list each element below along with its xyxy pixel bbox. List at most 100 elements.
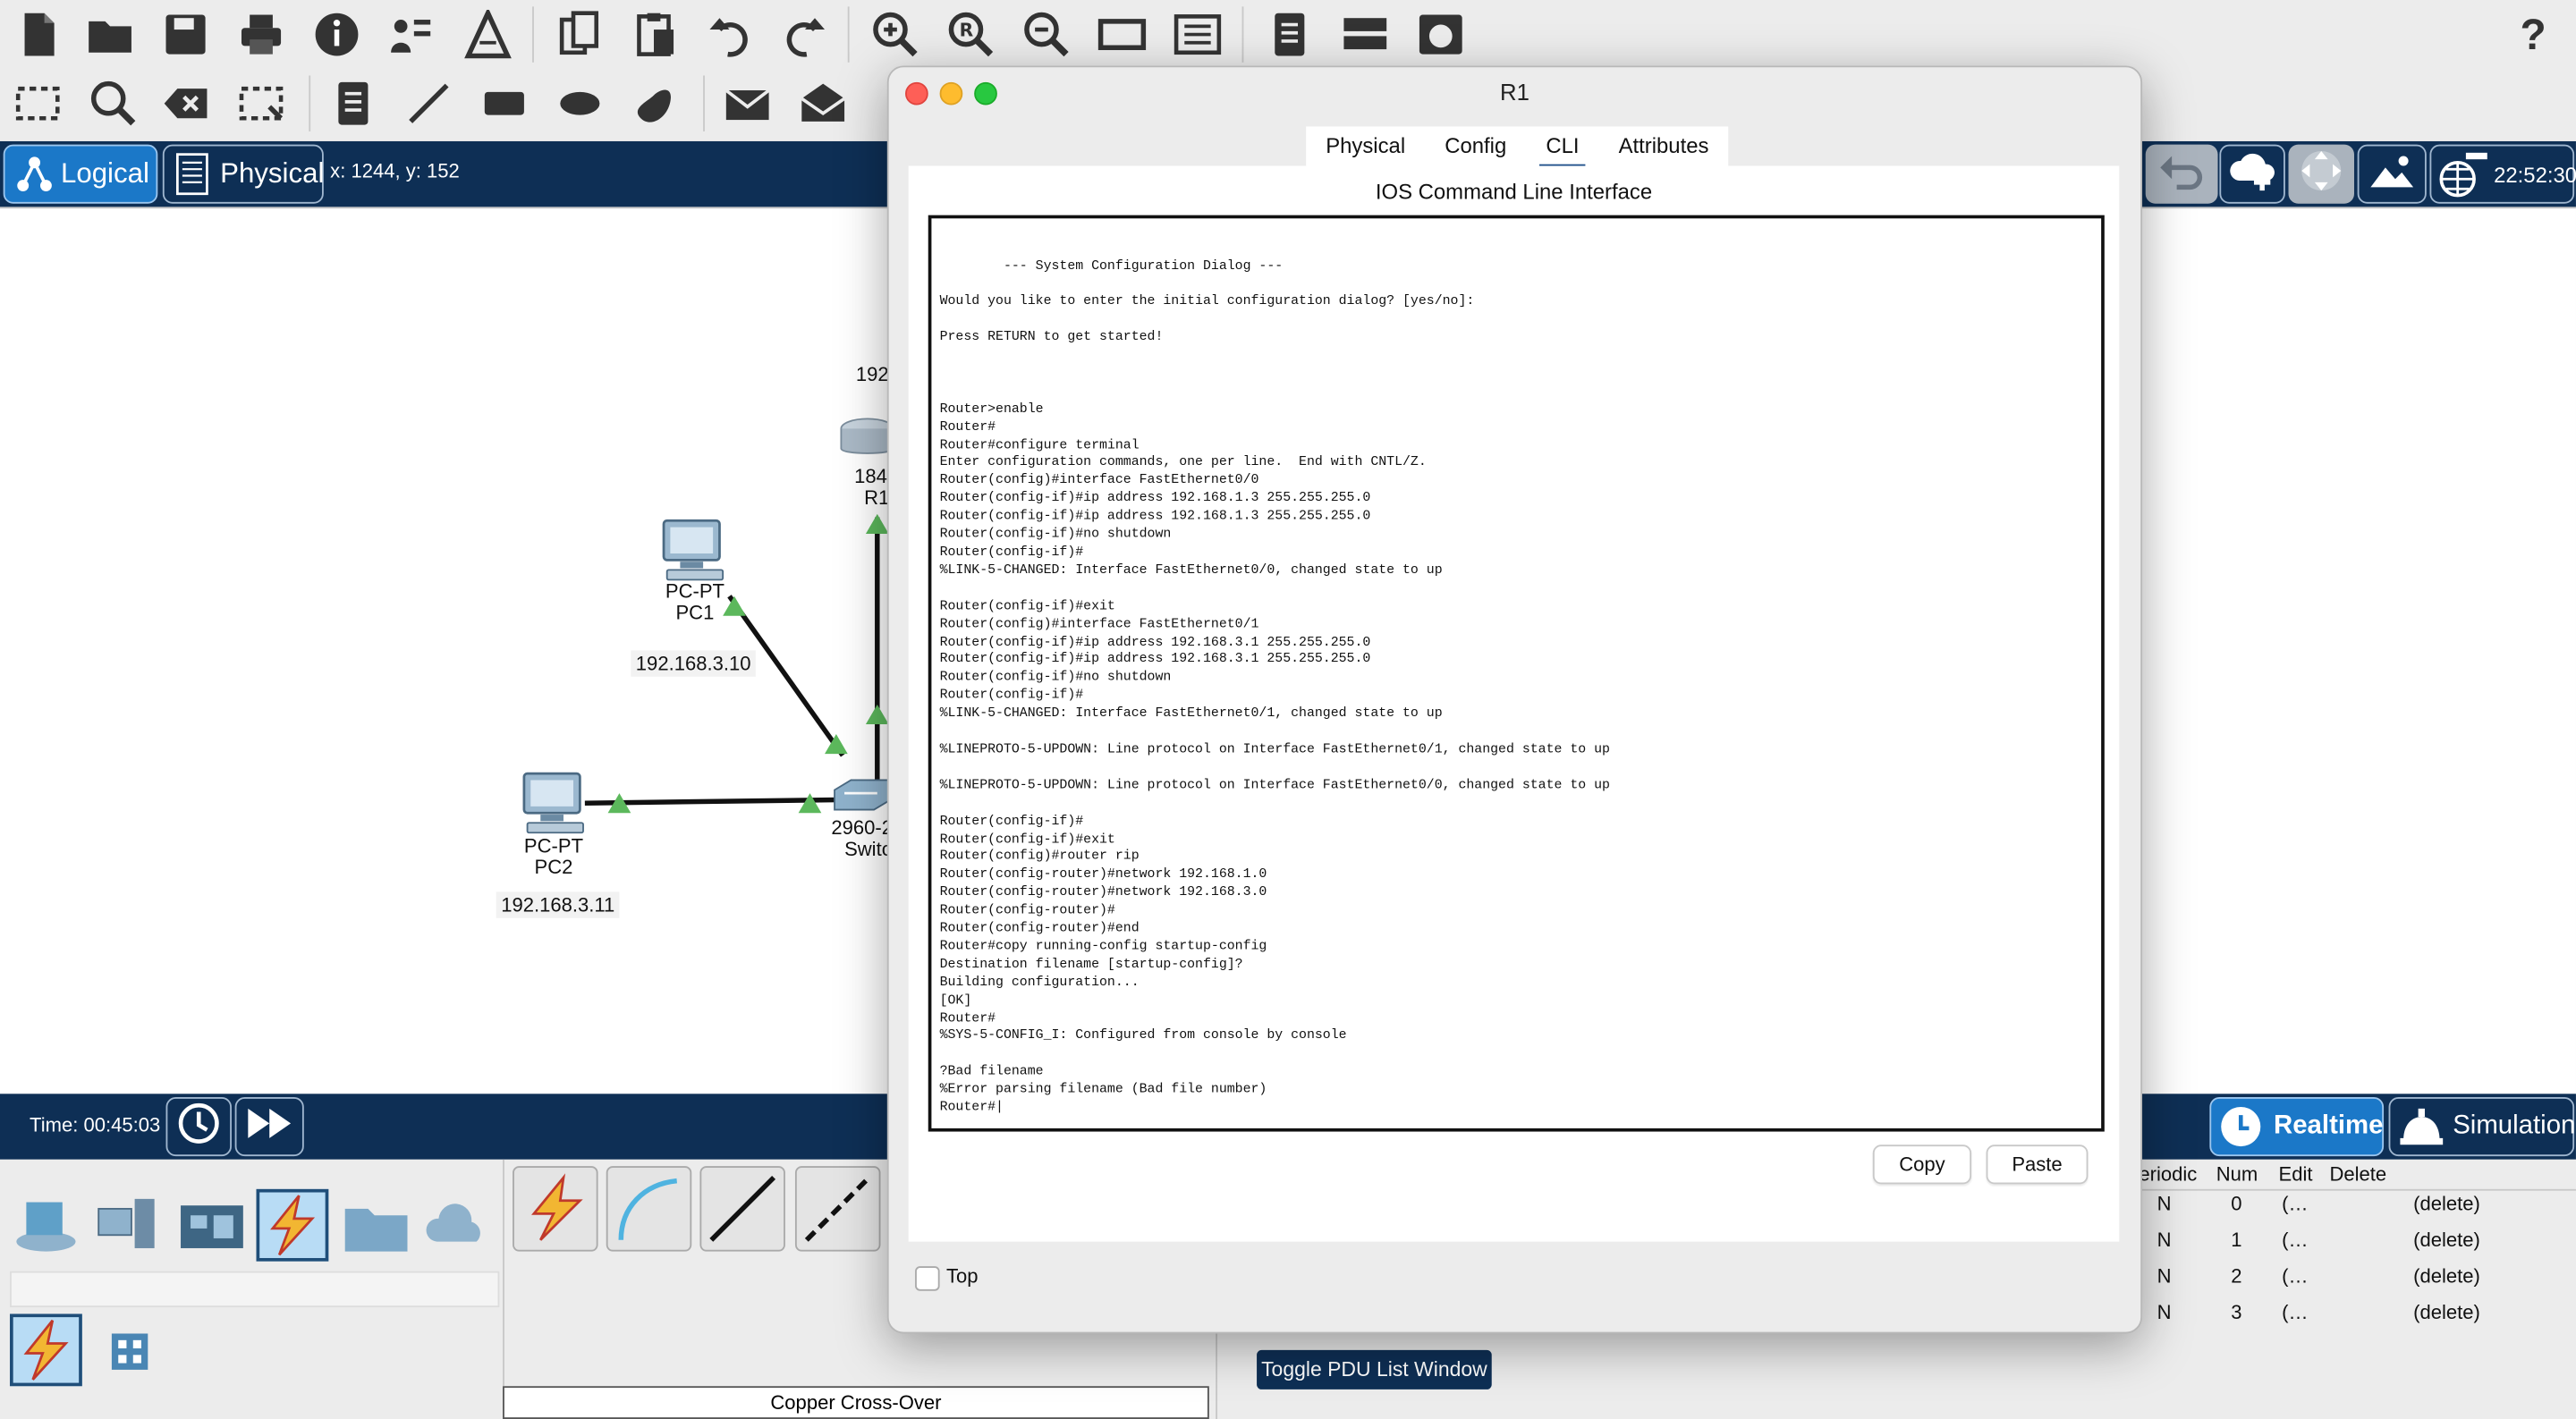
pdu-edit[interactable]: (… xyxy=(2282,1264,2308,1288)
globe-icon xyxy=(2438,149,2491,198)
select-icon[interactable] xyxy=(13,79,63,128)
pdu-periodic: N xyxy=(2157,1264,2172,1288)
cli-heading: IOS Command Line Interface xyxy=(1375,179,1653,204)
device-tabs: Physical Config CLI Attributes xyxy=(1306,126,1729,170)
zoom-reset-icon[interactable]: R xyxy=(946,10,996,59)
web-icon[interactable] xyxy=(1416,10,1465,59)
notes-icon[interactable] xyxy=(1265,10,1314,59)
copy-button[interactable]: Copy xyxy=(1872,1144,1972,1185)
network-devices-category-icon[interactable] xyxy=(10,1193,82,1258)
pdu-delete[interactable]: (delete) xyxy=(2413,1193,2480,1216)
custom-device-icon[interactable] xyxy=(1173,10,1222,59)
move-object-button[interactable] xyxy=(2288,144,2354,204)
connections-category-button[interactable] xyxy=(256,1188,329,1264)
grid-view-icon[interactable] xyxy=(108,1330,151,1373)
add-complex-pdu-icon[interactable] xyxy=(799,79,848,128)
place-note-icon[interactable] xyxy=(328,79,377,128)
pc2-device[interactable] xyxy=(518,770,590,835)
multiuser-category-icon[interactable] xyxy=(424,1203,493,1252)
main-toolbar: R ? xyxy=(0,0,2576,70)
new-cluster-button[interactable] xyxy=(2219,144,2285,204)
logical-view-button[interactable]: Logical xyxy=(3,144,158,204)
back-button[interactable] xyxy=(2145,144,2218,204)
power-cycle-button[interactable] xyxy=(165,1096,232,1157)
pdu-num: 1 xyxy=(2231,1228,2242,1252)
freeform-icon[interactable] xyxy=(631,79,680,128)
pc1-device[interactable] xyxy=(657,518,730,583)
always-on-top-checkbox[interactable] xyxy=(915,1266,940,1291)
crossover-cable-icon xyxy=(797,1176,876,1253)
undo-icon[interactable] xyxy=(707,10,756,59)
add-simple-pdu-icon[interactable] xyxy=(723,79,772,128)
draw-ellipse-icon[interactable] xyxy=(555,79,605,128)
pdu-delete[interactable]: (delete) xyxy=(2413,1264,2480,1288)
activity-wizard-icon[interactable] xyxy=(463,7,513,59)
pc2-label: PC-PT PC2 xyxy=(513,835,595,879)
physical-view-button[interactable]: Physical xyxy=(162,144,324,204)
tab-cli[interactable]: CLI xyxy=(1526,126,1598,170)
fast-forward-button[interactable] xyxy=(234,1096,304,1157)
cable-console-button[interactable] xyxy=(606,1166,692,1252)
save-icon[interactable] xyxy=(161,10,210,59)
draw-line-icon[interactable] xyxy=(404,79,453,128)
pc1-label: PC-PT PC1 xyxy=(654,580,736,624)
components-category-icon[interactable] xyxy=(177,1195,246,1254)
toggle-pdu-list-button[interactable]: Toggle PDU List Window xyxy=(1257,1349,1492,1389)
copy-icon[interactable] xyxy=(555,10,605,59)
link-status-up-icon xyxy=(865,513,889,534)
physical-view-icon xyxy=(174,153,210,196)
miscellaneous-category-icon[interactable] xyxy=(342,1195,411,1254)
pdu-col-delete: Delete xyxy=(2329,1162,2387,1187)
zoom-in-icon[interactable] xyxy=(870,10,919,59)
link-status-up-icon xyxy=(798,793,822,814)
console-cable-icon xyxy=(608,1178,687,1253)
cable-automatic-button[interactable] xyxy=(513,1166,598,1252)
resize-shape-icon[interactable] xyxy=(236,79,285,128)
tab-attributes[interactable]: Attributes xyxy=(1599,126,1729,165)
tab-config[interactable]: Config xyxy=(1425,126,1526,165)
router-label: 184 R1 xyxy=(854,464,890,510)
cable-crossover-button[interactable] xyxy=(794,1166,881,1253)
draw-rectangle-icon[interactable] xyxy=(479,79,529,128)
pdu-num: 0 xyxy=(2231,1192,2242,1216)
delete-icon[interactable] xyxy=(161,79,210,128)
drawing-palette-icon[interactable] xyxy=(1097,10,1147,59)
inspect-icon[interactable] xyxy=(89,79,138,128)
pdu-edit[interactable]: (… xyxy=(2282,1301,2308,1324)
fast-forward-icon xyxy=(245,1104,294,1149)
paste-icon[interactable] xyxy=(631,10,680,59)
terminal-output: --- System Configuration Dialog --- Woul… xyxy=(939,258,1610,1116)
end-devices-category-icon[interactable] xyxy=(92,1193,165,1258)
paste-button[interactable]: Paste xyxy=(1986,1144,2089,1185)
connections-subcategory-button[interactable] xyxy=(10,1313,82,1387)
cli-terminal[interactable]: --- System Configuration Dialog --- Woul… xyxy=(928,215,2105,1132)
router-model: 184 xyxy=(854,464,887,488)
pdu-edit[interactable]: (… xyxy=(2282,1193,2308,1216)
cloud-add-icon xyxy=(2226,147,2279,201)
logical-view-label: Logical xyxy=(60,157,149,190)
pdu-delete[interactable]: (delete) xyxy=(2413,1301,2480,1324)
cable-straight-through-button[interactable] xyxy=(699,1166,785,1252)
info-icon[interactable] xyxy=(312,10,361,59)
router-name: R1 xyxy=(864,486,890,510)
new-file-icon[interactable] xyxy=(13,10,63,59)
simulation-mode-button[interactable]: Simulation xyxy=(2388,1096,2575,1157)
open-folder-icon[interactable] xyxy=(86,10,135,59)
realtime-mode-button[interactable]: Realtime xyxy=(2209,1096,2385,1157)
redo-icon[interactable] xyxy=(779,10,828,59)
switch-device[interactable] xyxy=(831,777,892,813)
pdu-delete[interactable]: (delete) xyxy=(2413,1229,2480,1252)
help-icon[interactable]: ? xyxy=(2520,10,2546,61)
network-info-icon[interactable] xyxy=(387,10,436,59)
set-background-button[interactable] xyxy=(2357,144,2427,204)
pdu-edit[interactable]: (… xyxy=(2282,1229,2308,1252)
print-icon[interactable] xyxy=(236,10,285,59)
lightning-icon xyxy=(259,1195,325,1264)
clock-icon xyxy=(2218,1103,2264,1149)
tab-physical[interactable]: Physical xyxy=(1306,126,1425,165)
pc1-name: PC1 xyxy=(675,601,715,624)
viewport-button[interactable]: 22:52:30 xyxy=(2429,144,2576,204)
server-icon[interactable] xyxy=(1341,10,1390,59)
zoom-out-icon[interactable] xyxy=(1021,10,1071,59)
router-r1-device[interactable] xyxy=(835,416,895,465)
